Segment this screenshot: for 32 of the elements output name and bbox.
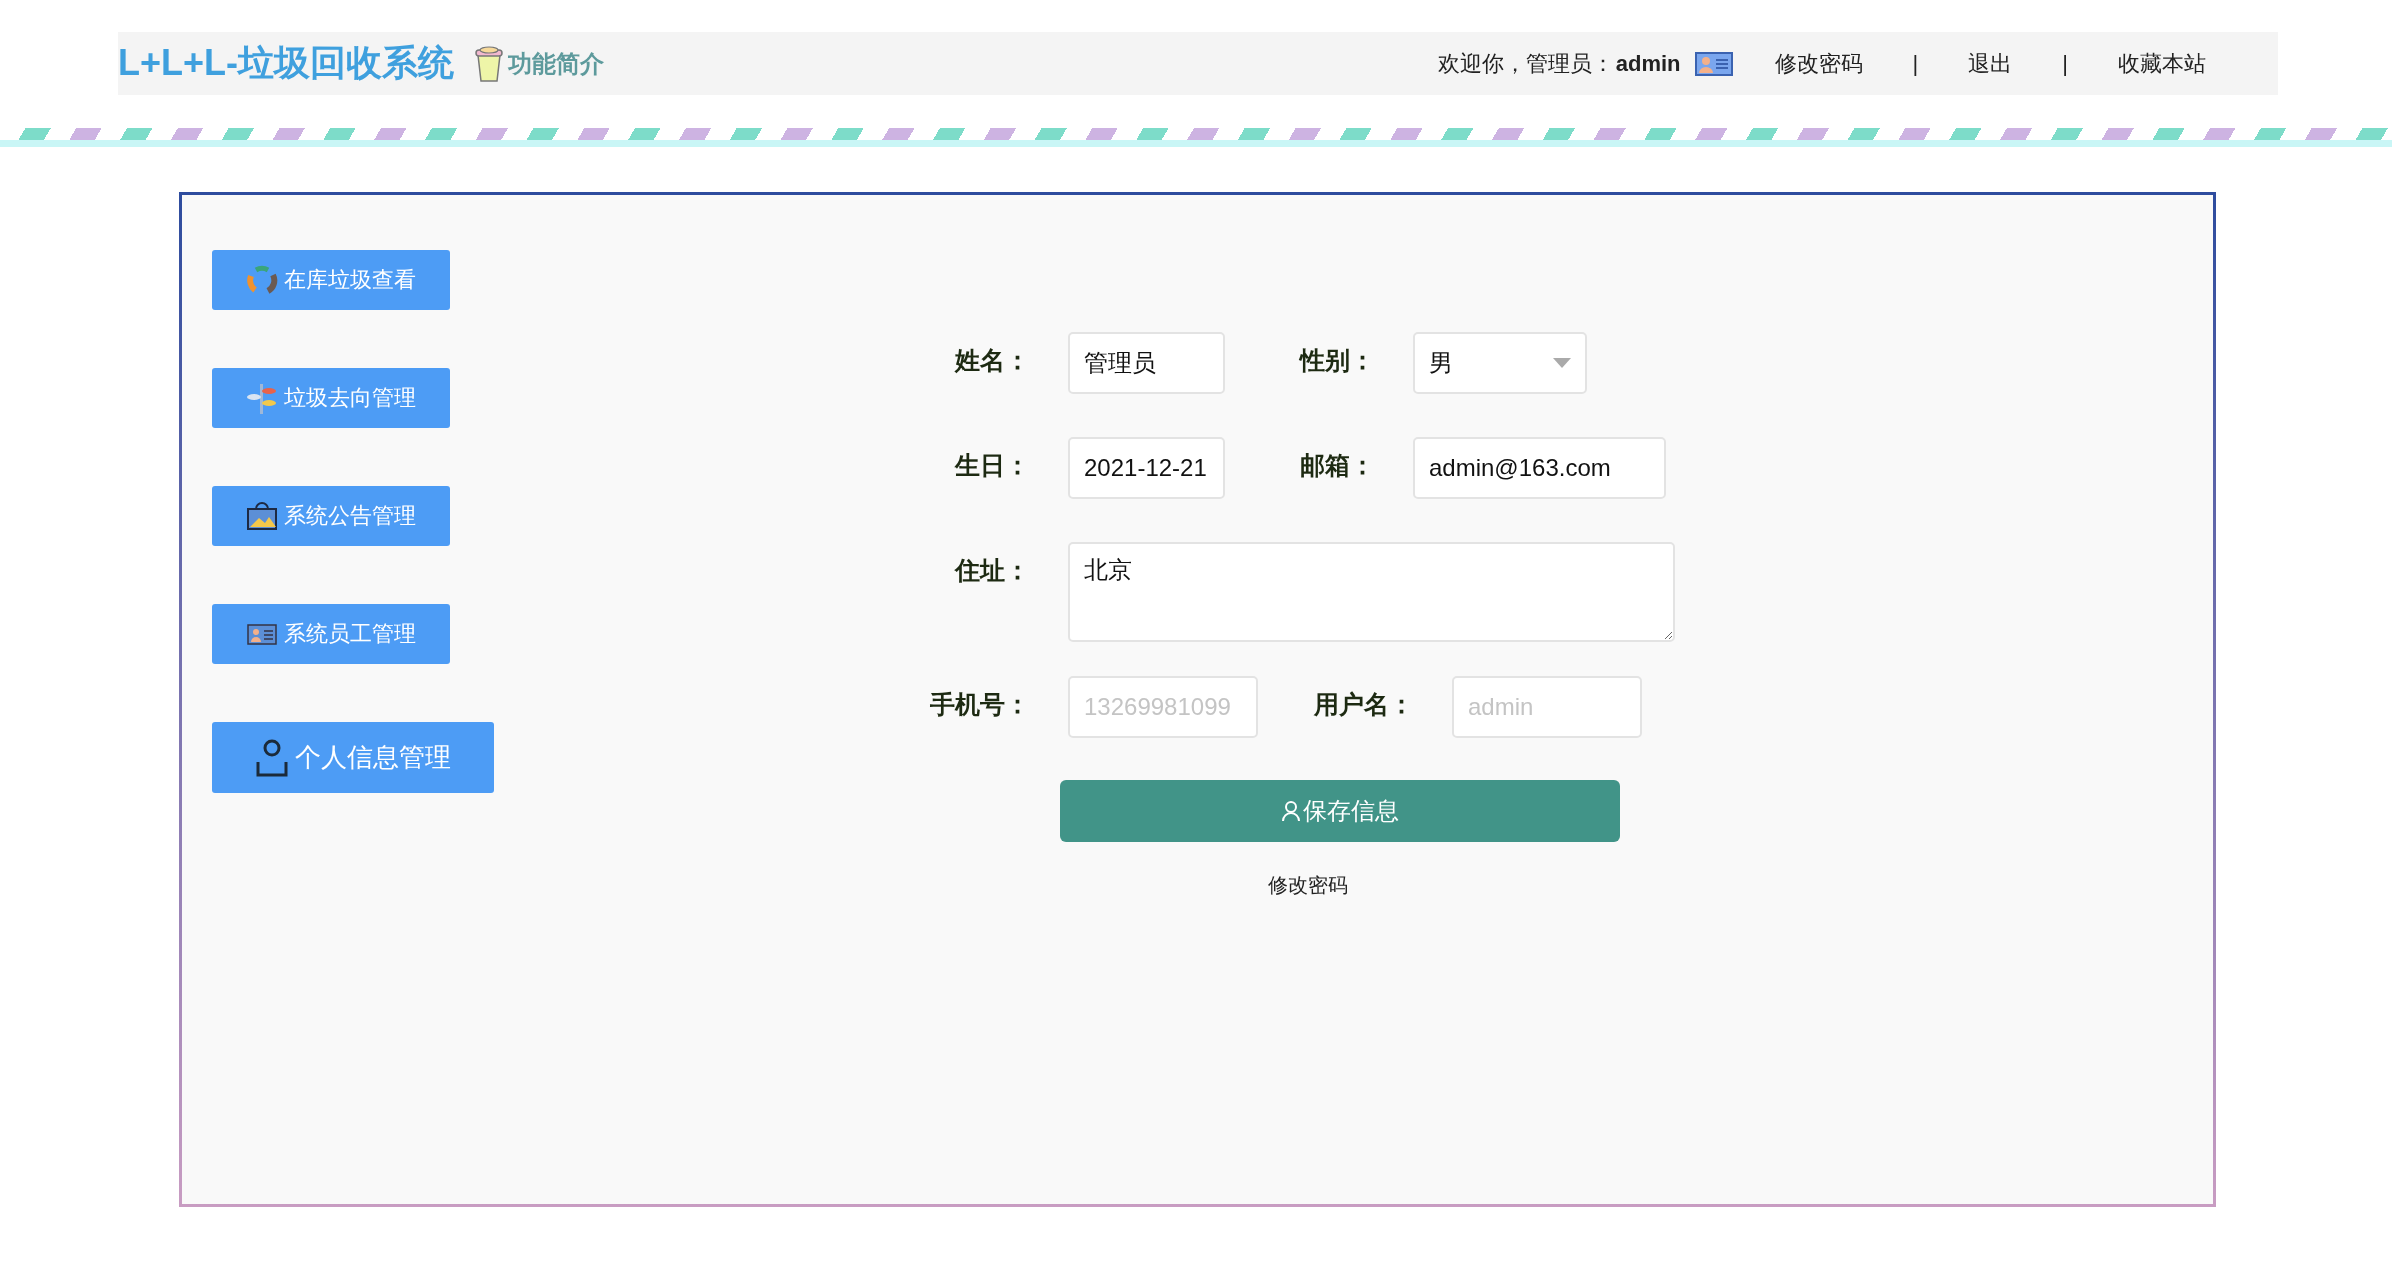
nav-separator: | xyxy=(1912,50,1919,77)
welcome-text: 欢迎你，管理员： xyxy=(1437,49,1614,78)
save-button[interactable]: 保存信息 xyxy=(1060,780,1620,842)
input-field[interactable]: 管理员 xyxy=(1068,332,1225,394)
nav-link[interactable]: 退出 xyxy=(1968,48,2013,79)
field-label: 性别： xyxy=(1298,345,1375,376)
input-field[interactable]: admin@163.com xyxy=(1413,437,1666,499)
user-icon xyxy=(1281,800,1301,822)
user-name: admin xyxy=(1615,50,1681,77)
gender-select[interactable]: 男 xyxy=(1413,332,1587,394)
nav-link[interactable]: 修改密码 xyxy=(1774,48,1863,79)
user-icon xyxy=(255,737,289,778)
site-title: L+L+L-垃圾回收系统 xyxy=(118,41,454,85)
recycle-icon xyxy=(246,264,278,296)
cup-icon xyxy=(474,44,504,83)
input-field[interactable]: 13269981099 xyxy=(1068,676,1258,738)
address-field[interactable]: 北京 xyxy=(1068,542,1675,642)
input-field[interactable]: admin xyxy=(1452,676,1642,738)
field-label: 生日： xyxy=(953,450,1030,481)
field-label: 手机号： xyxy=(929,689,1030,720)
id-card-icon xyxy=(1694,51,1733,76)
picture-frame-icon xyxy=(246,500,278,532)
field-label: 邮箱： xyxy=(1299,450,1375,481)
nav-separator: | xyxy=(2062,50,2068,77)
field-label: 用户名： xyxy=(1313,689,1414,720)
change-password-link[interactable]: 修改密码 xyxy=(1268,872,1348,899)
caret-icon xyxy=(1553,358,1571,368)
nav-link[interactable]: 收藏本站 xyxy=(2118,48,2206,79)
signpost-icon xyxy=(246,382,278,414)
input-field[interactable]: 2021-12-21 xyxy=(1068,437,1225,499)
field-label: 住址： xyxy=(953,555,1030,586)
field-label: 姓名： xyxy=(953,345,1030,376)
